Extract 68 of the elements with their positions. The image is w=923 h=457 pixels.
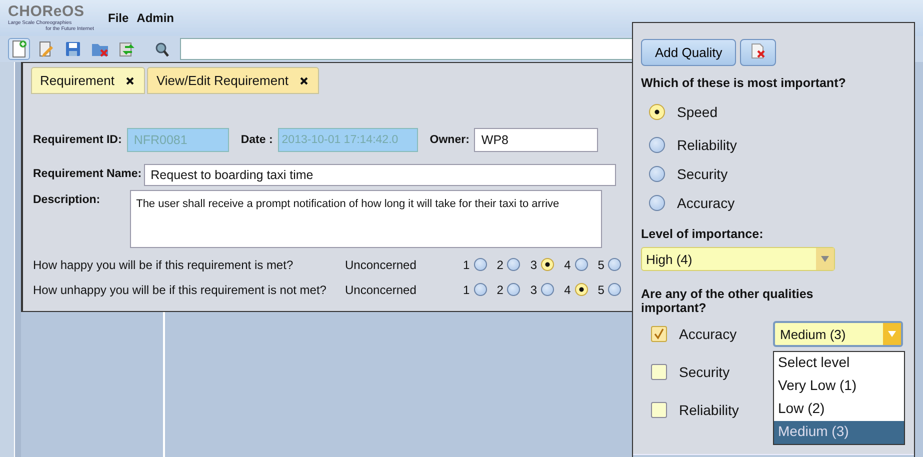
quality-label: Speed — [677, 104, 718, 120]
radio-button[interactable] — [507, 283, 520, 296]
option-label: 5 — [598, 282, 604, 296]
radio-button[interactable] — [608, 258, 622, 271]
field-label: Requirement ID: — [33, 134, 122, 146]
description-field[interactable]: The user shall receive a prompt notification of how long it will take for their taxi to arrive — [130, 190, 602, 248]
question-text: How happy you will be if this requirement is met? — [33, 258, 294, 272]
radio-button[interactable] — [649, 104, 665, 120]
section-heading: Level of importance: — [641, 227, 764, 241]
question-heading: Are any of the other qualities important? — [641, 287, 814, 315]
dropdown-option[interactable]: Low (2) — [774, 398, 904, 421]
caret-icon — [888, 331, 896, 337]
radio-button[interactable] — [574, 258, 588, 271]
menu-item[interactable]: Admin — [136, 11, 174, 25]
delete-button[interactable] — [740, 39, 776, 66]
close-icon[interactable] — [300, 76, 308, 84]
quality-label: Accuracy — [677, 194, 735, 210]
tab[interactable]: View/Edit Requirement — [147, 67, 320, 94]
dropdown-option[interactable]: Very Low (1) — [774, 375, 904, 398]
checkbox[interactable] — [651, 402, 667, 418]
field-label: Description: — [33, 193, 100, 208]
option-label: 1 — [463, 258, 470, 272]
radio-button[interactable] — [649, 166, 665, 182]
field-label: Date : — [240, 134, 273, 146]
new-document-icon[interactable] — [8, 38, 30, 60]
quality-label: Security — [679, 364, 731, 380]
dropdown-option[interactable]: Select level — [774, 352, 904, 375]
radio-button[interactable] — [541, 258, 554, 271]
add-quality-button[interactable]: Add Quality — [641, 39, 736, 66]
radio-button[interactable] — [649, 136, 665, 152]
quality-label: Accuracy — [679, 326, 738, 342]
field-label: Requirement Name: — [33, 167, 142, 182]
option-label: 5 — [598, 258, 604, 272]
field-label: Owner: — [430, 134, 470, 146]
option-label: 4 — [564, 282, 571, 296]
radio-button[interactable] — [608, 283, 622, 296]
close-icon[interactable] — [126, 76, 134, 84]
importance-dropdown[interactable]: High (4) — [641, 247, 835, 271]
question-heading: Which of these is most important? — [641, 76, 847, 90]
checkbox[interactable] — [651, 326, 667, 342]
quality-label: Reliability — [679, 402, 740, 418]
option-label: 2 — [496, 258, 504, 272]
scale-label: Unconcerned — [345, 282, 418, 296]
option-label: 1 — [463, 282, 470, 296]
radio-button[interactable] — [574, 283, 588, 296]
quality-label: Reliability — [677, 136, 737, 152]
checkbox[interactable] — [651, 364, 667, 380]
question-text: How unhappy you will be if this requirement is not met? — [33, 282, 328, 296]
caret-icon — [821, 256, 829, 262]
option-label: 3 — [530, 282, 538, 296]
radio-button[interactable] — [541, 283, 554, 296]
menu-item[interactable]: File — [108, 11, 129, 25]
search-field[interactable] — [180, 38, 634, 60]
option-label: 4 — [564, 258, 571, 272]
tab[interactable]: Requirement — [31, 67, 146, 94]
radio-button[interactable] — [507, 258, 520, 271]
scale-label: Unconcerned — [345, 258, 418, 272]
level-dropdown[interactable]: Medium (3) — [773, 321, 903, 347]
radio-button[interactable] — [474, 283, 487, 296]
quality-label: Security — [677, 166, 728, 182]
document-delete-icon — [749, 42, 768, 60]
dropdown-option[interactable]: Medium (3) — [774, 421, 904, 444]
text-field[interactable]: Request to boarding taxi time — [144, 164, 616, 186]
radio-button[interactable] — [474, 258, 487, 271]
text-field[interactable]: WP8 — [474, 128, 598, 152]
radio-button[interactable] — [649, 194, 665, 210]
option-label: 2 — [496, 282, 504, 296]
option-label: 3 — [530, 258, 538, 272]
